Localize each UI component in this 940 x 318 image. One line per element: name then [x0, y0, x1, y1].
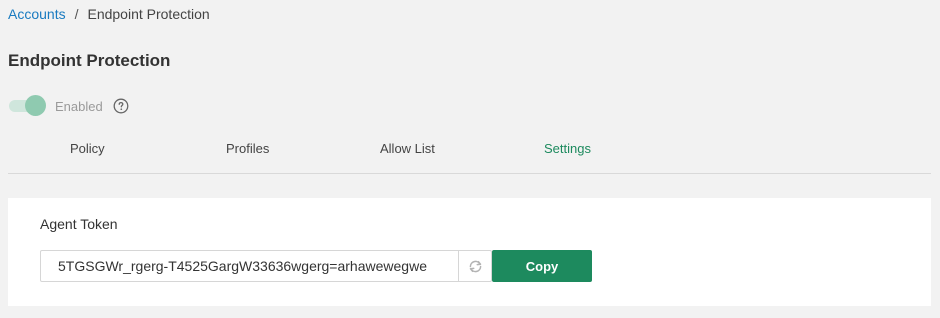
enabled-toggle-row: Enabled — [9, 95, 129, 117]
breadcrumb: Accounts / Endpoint Protection — [8, 6, 210, 22]
toggle-knob — [25, 95, 46, 116]
tab-bar: Policy Profiles Allow List Settings — [8, 136, 931, 174]
enabled-label: Enabled — [55, 98, 103, 114]
refresh-token-button[interactable] — [458, 251, 491, 281]
enabled-toggle[interactable] — [9, 95, 46, 117]
tab-allow-list[interactable]: Allow List — [380, 141, 435, 156]
agent-token-title: Agent Token — [40, 216, 118, 232]
help-circle-icon[interactable] — [113, 98, 129, 114]
agent-token-card: Agent Token Copy — [8, 198, 931, 306]
tab-settings[interactable]: Settings — [544, 141, 591, 156]
agent-token-input[interactable] — [41, 251, 459, 281]
page-title: Endpoint Protection — [8, 51, 171, 70]
tab-policy[interactable]: Policy — [70, 141, 105, 156]
tab-profiles[interactable]: Profiles — [226, 141, 269, 156]
breadcrumb-current: Endpoint Protection — [87, 6, 210, 22]
agent-token-field — [40, 250, 492, 282]
breadcrumb-separator: / — [74, 6, 79, 22]
breadcrumb-accounts-link[interactable]: Accounts — [8, 6, 66, 22]
refresh-icon — [467, 258, 484, 275]
copy-token-button[interactable]: Copy — [492, 250, 592, 282]
